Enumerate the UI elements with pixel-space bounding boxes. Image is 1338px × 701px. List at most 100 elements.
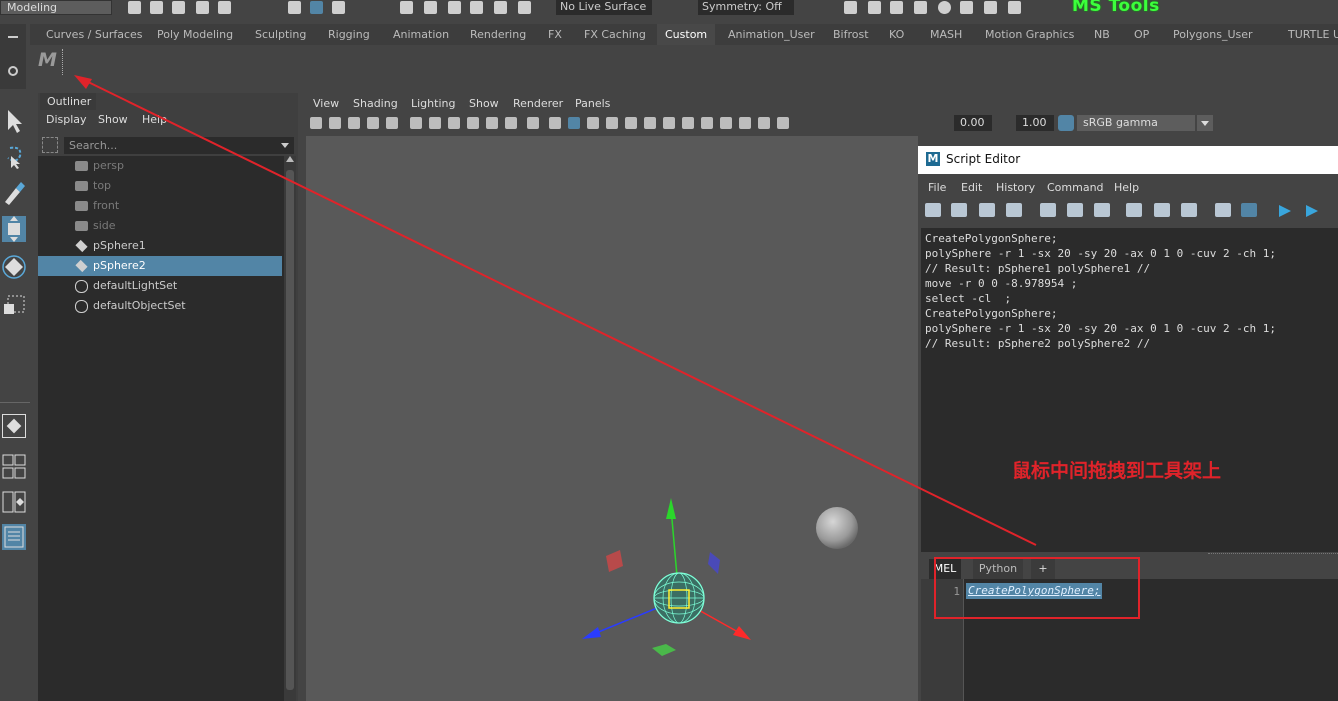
snap-view-plane-icon[interactable] xyxy=(470,1,483,14)
outliner-item-psphere2[interactable]: pSphere2 xyxy=(38,256,282,276)
shelf-tab-nb[interactable]: NB xyxy=(1086,24,1118,45)
shelf-tab-fx[interactable]: FX xyxy=(540,24,570,45)
symmetry-field[interactable]: Symmetry: Off xyxy=(698,0,794,15)
shelf-tab-rendering[interactable]: Rendering xyxy=(462,24,534,45)
line-numbers-icon[interactable] xyxy=(1241,203,1257,217)
shelf-gear-icon[interactable] xyxy=(8,66,18,76)
light-editor-icon[interactable] xyxy=(984,1,997,14)
safe-title-icon[interactable] xyxy=(527,117,539,129)
outliner-filter-icon[interactable] xyxy=(42,137,58,153)
render-frame-icon[interactable] xyxy=(868,1,881,14)
outliner-item-persp[interactable]: persp xyxy=(38,156,282,176)
isolate-select-icon[interactable] xyxy=(720,117,732,129)
outliner-menu-help[interactable]: Help xyxy=(142,113,167,126)
outliner-item-top[interactable]: top xyxy=(38,176,282,196)
xray-components-icon[interactable] xyxy=(777,117,789,129)
bounding-box-icon[interactable] xyxy=(606,117,618,129)
camera-attributes-icon[interactable] xyxy=(310,117,322,129)
outliner-item-psphere1[interactable]: pSphere1 xyxy=(38,236,282,256)
outliner-menu-show[interactable]: Show xyxy=(98,113,128,126)
outliner-search-field[interactable]: Search... xyxy=(64,137,294,154)
textured-icon[interactable] xyxy=(625,117,637,129)
save-to-shelf-icon[interactable] xyxy=(1006,203,1022,217)
shelf-tab-ua[interactable]: UA xyxy=(1325,24,1338,45)
color-management-icon[interactable] xyxy=(1058,115,1074,131)
script-editor-menu-help[interactable]: Help xyxy=(1114,181,1139,194)
shelf-tab-custom[interactable]: Custom xyxy=(657,24,716,45)
psphere1-object[interactable] xyxy=(816,507,858,549)
show-input-icon[interactable] xyxy=(1154,203,1170,217)
new-scene-icon[interactable] xyxy=(128,1,141,14)
open-scene-icon[interactable] xyxy=(150,1,163,14)
image-plane-icon[interactable] xyxy=(348,117,360,129)
show-both-icon[interactable] xyxy=(1181,203,1197,217)
snap-curve-icon[interactable] xyxy=(424,1,437,14)
gamma-field[interactable]: 1.00 xyxy=(1016,115,1054,131)
viewport-menu-view[interactable]: View xyxy=(313,97,339,110)
clear-input-icon[interactable] xyxy=(1067,203,1083,217)
open-script-icon[interactable] xyxy=(925,203,941,217)
live-surface-field[interactable]: No Live Surface xyxy=(556,0,652,15)
viewport-menu-show[interactable]: Show xyxy=(469,97,499,110)
mode-selector[interactable]: Modeling xyxy=(0,0,112,15)
select-by-hierarchy-icon[interactable] xyxy=(288,1,301,14)
clear-history-icon[interactable] xyxy=(1040,203,1056,217)
save-script-icon[interactable] xyxy=(979,203,995,217)
outliner-scrollbar[interactable] xyxy=(284,156,296,701)
viewport-3d[interactable] xyxy=(306,136,918,701)
shelf-tab-op[interactable]: OP xyxy=(1126,24,1157,45)
flat-shade-icon[interactable] xyxy=(587,117,599,129)
execute-selected-icon[interactable] xyxy=(1276,203,1294,219)
shelf-tabs-menu-icon[interactable] xyxy=(8,36,18,38)
snap-icon[interactable] xyxy=(518,1,531,14)
color-space-dropdown[interactable] xyxy=(1197,115,1213,131)
ipr-render-icon[interactable] xyxy=(890,1,903,14)
viewport-menu-lighting[interactable]: Lighting xyxy=(411,97,455,110)
single-perspective-layout-icon[interactable] xyxy=(2,414,26,438)
shelf-tab-mash[interactable]: MASH xyxy=(922,24,970,45)
rotate-tool-icon[interactable] xyxy=(2,254,26,280)
undo-icon[interactable] xyxy=(196,1,209,14)
xray-icon[interactable] xyxy=(739,117,751,129)
outliner-item-defaultobjectset[interactable]: defaultObjectSet xyxy=(38,296,282,316)
outliner-item-side[interactable]: side xyxy=(38,216,282,236)
hypershade-icon[interactable] xyxy=(938,1,951,14)
script-editor-titlebar[interactable]: M Script Editor xyxy=(918,146,1338,174)
viewport-menu-renderer[interactable]: Renderer xyxy=(513,97,563,110)
viewport-menu-shading[interactable]: Shading xyxy=(353,97,398,110)
script-editor-menu-command[interactable]: Command xyxy=(1047,181,1104,194)
2d-pan-icon[interactable] xyxy=(367,117,379,129)
pause-viewport-icon[interactable] xyxy=(1008,1,1021,14)
clear-all-icon[interactable] xyxy=(1094,203,1110,217)
outliner-menu-display[interactable]: Display xyxy=(46,113,87,126)
select-tool-icon[interactable] xyxy=(2,108,26,134)
viewport-menu-panels[interactable]: Panels xyxy=(575,97,610,110)
outliner-scroll-thumb[interactable] xyxy=(286,170,294,690)
shelf-tab-curves-surfaces[interactable]: Curves / Surfaces xyxy=(38,24,151,45)
select-by-object-icon[interactable] xyxy=(310,1,323,14)
shelf-tab-animation[interactable]: Animation xyxy=(385,24,457,45)
redo-icon[interactable] xyxy=(218,1,231,14)
script-editor-history[interactable]: CreatePolygonSphere; polySphere -r 1 -sx … xyxy=(921,228,1338,552)
save-scene-icon[interactable] xyxy=(172,1,185,14)
grid-icon[interactable] xyxy=(410,117,422,129)
snap-point-icon[interactable] xyxy=(448,1,461,14)
motion-blur-icon[interactable] xyxy=(701,117,713,129)
lights-icon[interactable] xyxy=(644,117,656,129)
shelf-tab-poly-modeling[interactable]: Poly Modeling xyxy=(149,24,241,45)
film-gate-icon[interactable] xyxy=(429,117,441,129)
chevron-down-icon[interactable] xyxy=(281,143,289,148)
lasso-tool-icon[interactable] xyxy=(2,144,26,170)
outliner-tab[interactable]: Outliner xyxy=(40,93,96,110)
scroll-up-icon[interactable] xyxy=(286,156,294,162)
show-history-icon[interactable] xyxy=(1126,203,1142,217)
shelf-tab-ko[interactable]: KO xyxy=(881,24,912,45)
script-editor-menu-edit[interactable]: Edit xyxy=(961,181,982,194)
shelf-tab-sculpting[interactable]: Sculpting xyxy=(247,24,314,45)
snap-live-icon[interactable] xyxy=(494,1,507,14)
shelf-tab-fx-caching[interactable]: FX Caching xyxy=(576,24,654,45)
pane-splitter[interactable] xyxy=(1208,553,1338,557)
wireframe-icon[interactable] xyxy=(549,117,561,129)
move-tool-icon[interactable] xyxy=(2,216,26,242)
outliner-item-defaultlightset[interactable]: defaultLightSet xyxy=(38,276,282,296)
